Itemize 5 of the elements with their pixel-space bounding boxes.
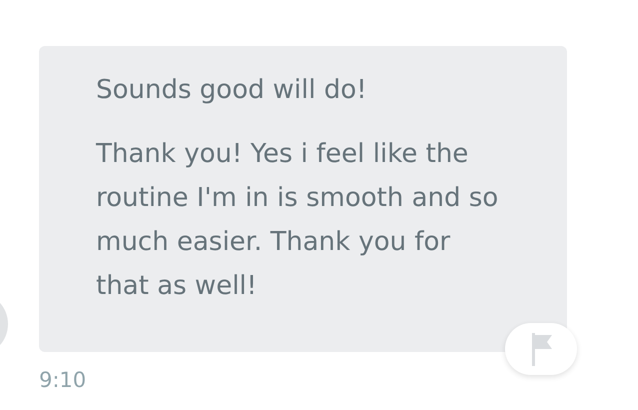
message-text: Thank you! Yes i feel like the routine I'm in is smooth and so much easier. Thank you for that as well! — [96, 138, 500, 303]
message-time: 9:10 — [39, 368, 88, 392]
message-text: Sounds good will do! — [96, 74, 368, 107]
flag-button[interactable] — [505, 323, 577, 375]
flag-icon — [532, 332, 554, 366]
